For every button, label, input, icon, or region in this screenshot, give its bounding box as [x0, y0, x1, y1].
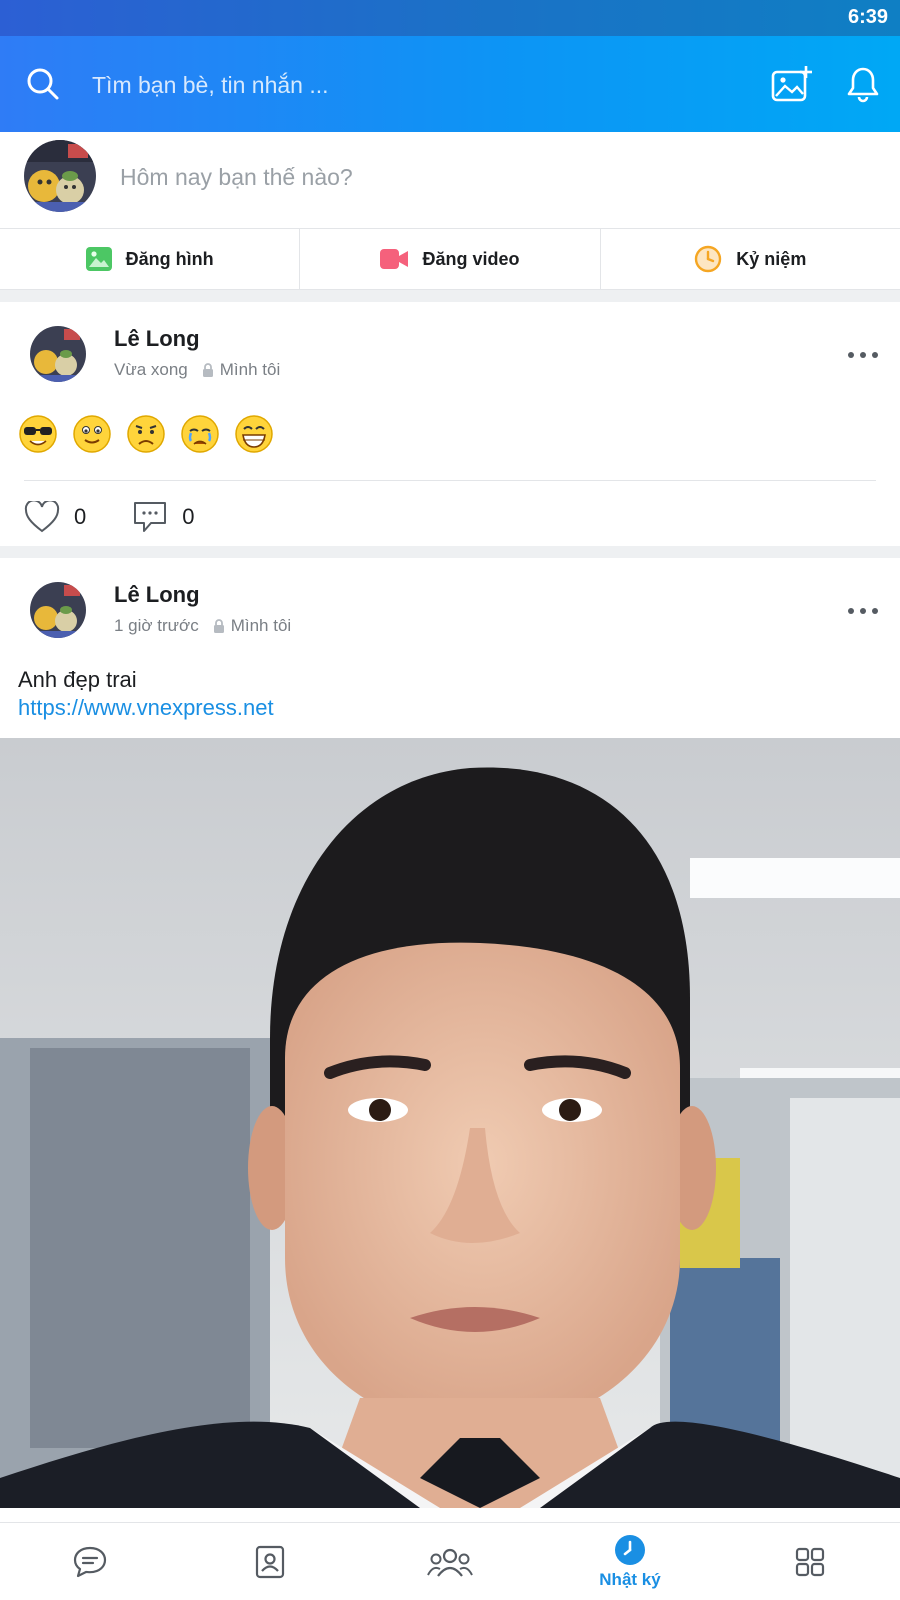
more-options-icon[interactable]	[848, 350, 878, 360]
post-photo[interactable]	[0, 738, 900, 1508]
top-bar: 6:39	[0, 0, 900, 132]
post-time: Vừa xong	[114, 360, 188, 379]
nav-contacts[interactable]	[180, 1523, 360, 1600]
post-author[interactable]: Lê Long	[114, 326, 200, 352]
like-count: 0	[74, 504, 87, 529]
section-divider	[0, 290, 900, 302]
nav-groups[interactable]	[360, 1523, 540, 1600]
nav-timeline[interactable]: Nhật ký	[540, 1523, 720, 1600]
comment-button[interactable]: 0	[132, 500, 195, 534]
avatar[interactable]	[30, 326, 86, 382]
privacy-label: Mình tôi	[219, 360, 281, 379]
add-photo-icon[interactable]	[770, 64, 814, 104]
post-text: Anh đẹp trai	[18, 667, 137, 692]
memory-clock-icon	[695, 245, 722, 273]
heart-icon	[24, 501, 60, 533]
grinning-emoji	[235, 415, 273, 453]
status-bar: 6:39	[0, 0, 900, 36]
post-time: 1 giờ trước	[114, 616, 199, 635]
search-icon[interactable]	[25, 66, 61, 102]
post-composer[interactable]: Hôm nay bạn thế nào?	[0, 132, 900, 228]
post-separator	[24, 480, 876, 481]
sad-emoji	[127, 415, 165, 453]
feed-post: Lê Long Vừa xong Mình tôi 0 0	[0, 302, 900, 546]
privacy-label: Mình tôi	[230, 616, 292, 635]
post-author[interactable]: Lê Long	[114, 582, 200, 608]
photo-icon	[85, 247, 112, 271]
bell-icon[interactable]	[846, 66, 880, 104]
cool-sunglasses-emoji	[19, 415, 57, 453]
crying-emoji	[181, 415, 219, 453]
groups-icon	[427, 1548, 473, 1577]
privacy-badge[interactable]: Mình tôi	[213, 616, 291, 636]
post-meta: 1 giờ trước Mình tôi	[114, 616, 291, 636]
post-content: Anh đẹp trai https://www.vnexpress.net	[18, 666, 274, 722]
search-input[interactable]	[92, 68, 692, 102]
nav-more[interactable]	[720, 1523, 900, 1600]
video-icon	[380, 249, 409, 269]
nav-messages[interactable]	[0, 1523, 180, 1600]
timeline-icon	[615, 1534, 645, 1565]
bottom-navigation: Nhật ký	[0, 1522, 900, 1600]
post-photo-label: Đăng hình	[125, 248, 214, 269]
more-apps-icon	[795, 1547, 825, 1576]
smiling-emoji	[73, 415, 111, 453]
post-reactions: 0 0	[24, 500, 241, 534]
privacy-badge[interactable]: Mình tôi	[202, 360, 280, 380]
contacts-icon	[255, 1545, 285, 1578]
composer-placeholder[interactable]: Hôm nay bạn thế nào?	[120, 164, 353, 191]
lock-icon	[202, 363, 213, 377]
nav-timeline-label: Nhật ký	[599, 1569, 661, 1589]
avatar[interactable]	[30, 582, 86, 638]
section-divider	[0, 546, 900, 558]
post-video-label: Đăng video	[422, 248, 520, 269]
lock-icon	[213, 619, 224, 633]
status-time: 6:39	[847, 6, 888, 28]
memories-button[interactable]: Kỷ niệm	[601, 229, 900, 289]
comment-count: 0	[182, 504, 195, 529]
composer-actions: Đăng hình Đăng video Kỷ niệm	[0, 228, 900, 290]
feed-post: Lê Long 1 giờ trước Mình tôi Anh đẹp tra…	[0, 558, 900, 1522]
emoji-row	[18, 414, 274, 454]
more-options-icon[interactable]	[848, 606, 878, 616]
post-link[interactable]: https://www.vnexpress.net	[18, 694, 274, 722]
zalo-timeline-screen: 6:39 Tìm bạn bè, tin nhắn ... Hôm nay bạ…	[0, 0, 900, 1600]
memories-label: Kỷ niệm	[736, 248, 807, 269]
chat-icon	[73, 1546, 107, 1577]
post-video-button[interactable]: Đăng video	[300, 229, 601, 289]
like-button[interactable]: 0	[24, 501, 86, 533]
comment-icon	[134, 502, 167, 532]
avatar[interactable]	[24, 140, 96, 212]
post-meta: Vừa xong Mình tôi	[114, 360, 280, 380]
post-photo-button[interactable]: Đăng hình	[0, 229, 301, 289]
